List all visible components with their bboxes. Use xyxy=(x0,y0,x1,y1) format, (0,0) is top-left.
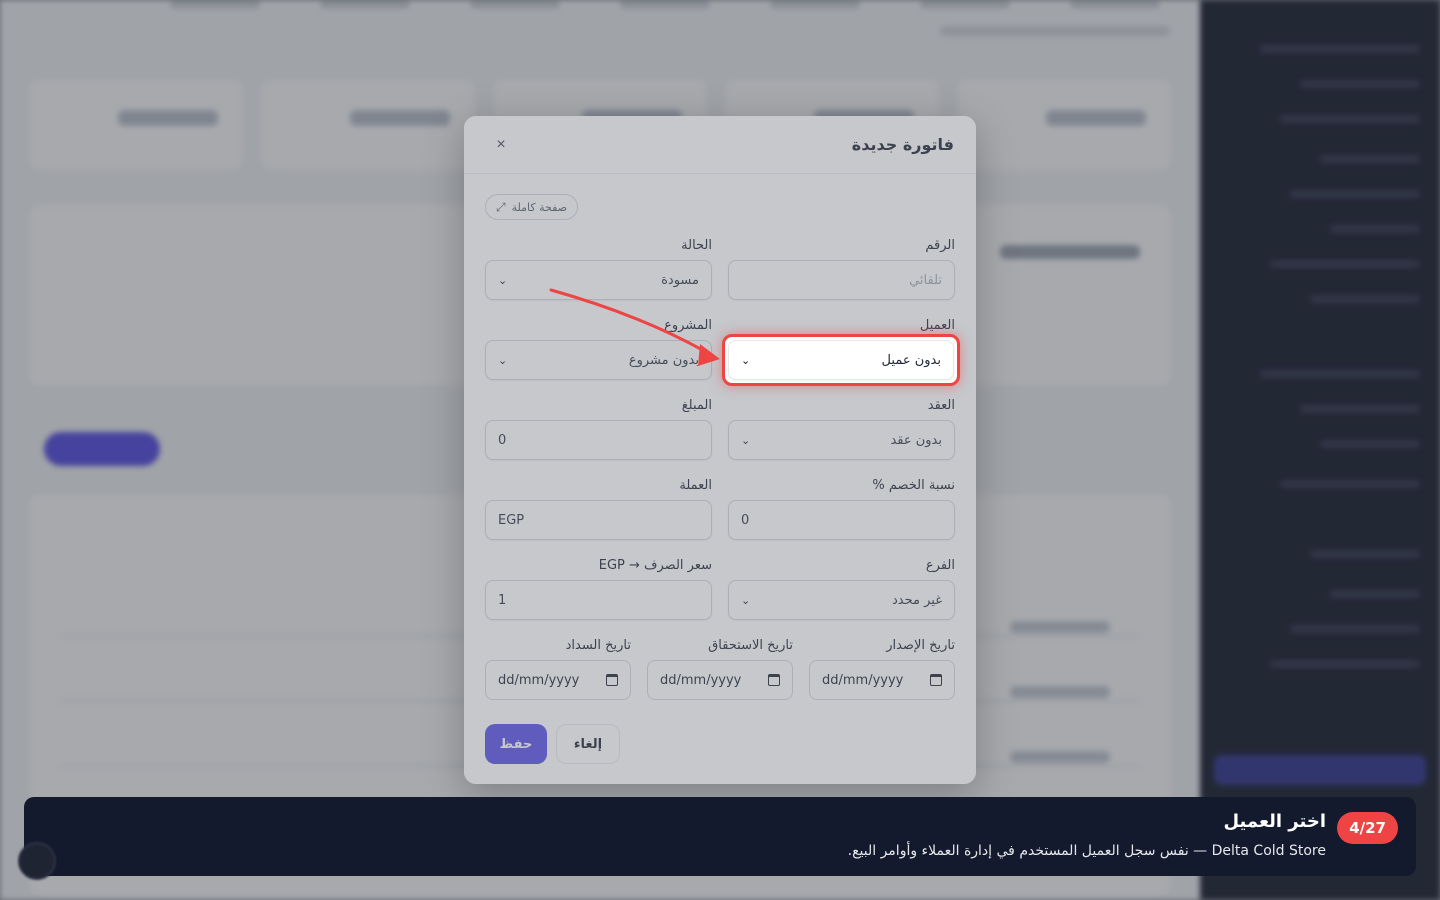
discount-field: نسبة الخصم % 0 xyxy=(728,478,955,540)
issue-date-field: تاريخ الإصدار dd/mm/yyyy xyxy=(809,638,955,700)
currency-field: العملة EGP xyxy=(485,478,712,540)
contract-label: العقد xyxy=(927,398,955,413)
client-label: العميل xyxy=(919,318,955,333)
issue-date-input[interactable]: dd/mm/yyyy xyxy=(809,660,955,700)
exchange-rate-input[interactable]: 1 xyxy=(485,580,712,620)
branch-select[interactable]: غير محدد ⌄ xyxy=(728,580,955,620)
modal-header: فاتورة جديدة × xyxy=(464,116,976,174)
tour-description: Delta Cold Store — نفس سجل العميل المستخ… xyxy=(847,843,1326,859)
currency-label: العملة xyxy=(679,478,712,493)
tour-step-badge: 4/27 xyxy=(1337,812,1398,844)
fullpage-button[interactable]: صفحة كاملة ⤢ xyxy=(485,194,579,220)
contract-field: العقد بدون عقد ⌄ xyxy=(728,398,955,460)
branch-field: الفرع غير محدد ⌄ xyxy=(728,558,955,620)
currency-input[interactable]: EGP xyxy=(485,500,712,540)
chevron-down-icon: ⌄ xyxy=(741,353,751,367)
chevron-down-icon: ⌄ xyxy=(741,593,751,607)
contract-select[interactable]: بدون عقد ⌄ xyxy=(728,420,955,460)
expand-icon: ⤢ xyxy=(496,199,506,214)
discount-input[interactable]: 0 xyxy=(728,500,955,540)
due-date-input[interactable]: dd/mm/yyyy xyxy=(647,660,793,700)
chevron-down-icon: ⌄ xyxy=(741,433,751,447)
help-icon[interactable] xyxy=(18,842,56,880)
chevron-down-icon: ⌄ xyxy=(498,273,508,287)
calendar-icon[interactable] xyxy=(606,674,618,686)
modal-title: فاتورة جديدة xyxy=(851,135,954,154)
project-select[interactable]: بدون مشروع ⌄ xyxy=(485,340,712,380)
status-field: الحالة مسودة ⌄ xyxy=(485,238,712,300)
exchange-rate-field: سعر الصرف → EGP 1 xyxy=(485,558,712,620)
tour-title: اختر العميل xyxy=(1223,811,1326,832)
number-field: الرقم تلقائي xyxy=(728,238,955,300)
save-button[interactable]: حفظ xyxy=(485,724,547,764)
status-select[interactable]: مسودة ⌄ xyxy=(485,260,712,300)
client-select[interactable]: بدون عميل ⌄ xyxy=(728,340,954,380)
fullpage-label: صفحة كاملة xyxy=(511,200,568,214)
amount-label: المبلغ xyxy=(681,398,712,413)
cancel-button[interactable]: إلغاء xyxy=(556,724,620,764)
close-icon[interactable]: × xyxy=(490,134,512,156)
project-field: المشروع بدون مشروع ⌄ xyxy=(485,318,712,380)
discount-label: نسبة الخصم % xyxy=(872,478,955,493)
status-label: الحالة xyxy=(681,238,712,253)
new-invoice-modal: فاتورة جديدة × صفحة كاملة ⤢ الرقم تلقائي… xyxy=(464,116,976,784)
payment-date-field: تاريخ السداد dd/mm/yyyy xyxy=(485,638,631,700)
client-select-spotlight: بدون عميل ⌄ xyxy=(722,334,960,386)
amount-input[interactable]: 0 xyxy=(485,420,712,460)
exchange-rate-label: سعر الصرف → EGP xyxy=(598,558,712,573)
number-input[interactable]: تلقائي xyxy=(728,260,955,300)
calendar-icon[interactable] xyxy=(768,674,780,686)
payment-date-label: تاريخ السداد xyxy=(565,638,631,653)
project-label: المشروع xyxy=(664,318,712,333)
calendar-icon[interactable] xyxy=(930,674,942,686)
due-date-field: تاريخ الاستحقاق dd/mm/yyyy xyxy=(647,638,793,700)
branch-label: الفرع xyxy=(925,558,955,573)
issue-date-label: تاريخ الإصدار xyxy=(886,638,955,653)
number-label: الرقم xyxy=(925,238,955,253)
payment-date-input[interactable]: dd/mm/yyyy xyxy=(485,660,631,700)
due-date-label: تاريخ الاستحقاق xyxy=(708,638,793,653)
chevron-down-icon: ⌄ xyxy=(498,353,508,367)
tour-panel: 4/27 اختر العميل Delta Cold Store — نفس … xyxy=(24,797,1416,876)
amount-field: المبلغ 0 xyxy=(485,398,712,460)
